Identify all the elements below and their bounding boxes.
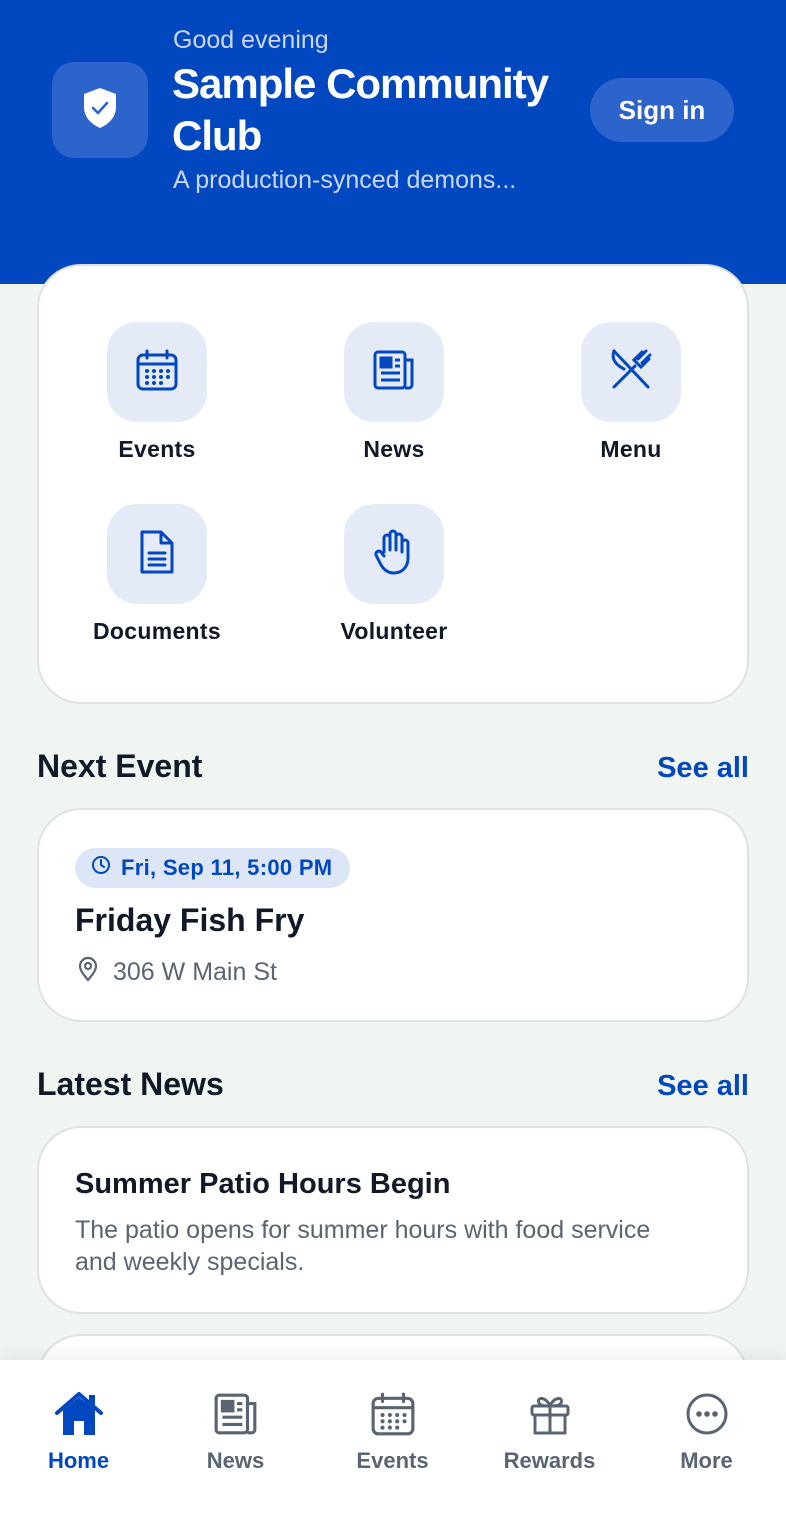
quick-action-label: Volunteer — [340, 618, 448, 644]
quick-action-tile[interactable] — [107, 504, 207, 604]
quick-action-events[interactable]: Events — [57, 322, 257, 463]
quick-action-label: Events — [118, 436, 196, 462]
hand-icon — [373, 528, 415, 581]
home-screen: Good evening Sample Community Club A pro… — [0, 0, 786, 1528]
app-header: Good evening Sample Community Club A pro… — [0, 0, 786, 284]
event-datetime-badge: Fri, Sep 11, 5:00 PM — [75, 848, 351, 888]
tab-events[interactable]: Events — [314, 1390, 471, 1474]
quick-action-tile[interactable] — [344, 504, 444, 604]
tab-label: Rewards — [503, 1448, 596, 1473]
quick-action-label: Documents — [93, 618, 221, 644]
tab-label: Home — [47, 1448, 110, 1473]
see-all-events-link[interactable]: See all — [657, 752, 749, 785]
document-icon — [137, 529, 177, 580]
calendar-icon — [370, 1391, 416, 1442]
club-name: Sample Community Club — [172, 60, 549, 159]
quick-action-volunteer[interactable]: Volunteer — [294, 504, 494, 645]
club-logo — [52, 62, 148, 158]
event-location-text: 306 W Main St — [113, 958, 277, 986]
see-all-news-link[interactable]: See all — [657, 1070, 749, 1103]
sign-in-button[interactable]: Sign in — [590, 78, 734, 142]
shield-check-icon — [80, 86, 120, 135]
newspaper-icon — [372, 348, 416, 397]
fork-knife-icon — [608, 347, 654, 398]
bottom-tab-bar: Home News Events Rewards More — [0, 1360, 786, 1528]
news-title: Summer Patio Hours Begin — [75, 1168, 451, 1200]
tab-home[interactable]: Home — [0, 1390, 157, 1474]
calendar-icon — [135, 348, 179, 397]
event-location: 306 W Main St — [77, 956, 277, 989]
tab-rewards[interactable]: Rewards — [471, 1390, 628, 1474]
tab-more[interactable]: More — [628, 1390, 785, 1474]
clock-icon — [91, 855, 111, 881]
quick-action-label: Menu — [600, 436, 662, 462]
quick-action-news[interactable]: News — [294, 322, 494, 463]
news-excerpt: The patio opens for summer hours with fo… — [75, 1216, 651, 1276]
quick-action-tile[interactable] — [344, 322, 444, 422]
tab-label: News — [206, 1448, 265, 1473]
tab-label: More — [680, 1448, 733, 1473]
news-card[interactable]: Summer Patio Hours Begin The patio opens… — [37, 1126, 749, 1314]
quick-action-menu[interactable]: Menu — [531, 322, 731, 463]
quick-action-tile[interactable] — [107, 322, 207, 422]
home-icon — [54, 1391, 104, 1442]
next-event-card[interactable]: Fri, Sep 11, 5:00 PM Friday Fish Fry 306… — [37, 808, 749, 1022]
event-title: Friday Fish Fry — [75, 902, 305, 938]
greeting-text: Good evening — [173, 26, 329, 54]
quick-action-tile[interactable] — [581, 322, 681, 422]
more-icon — [684, 1391, 730, 1442]
club-tagline: A production-synced demons... — [173, 166, 517, 194]
tab-news[interactable]: News — [157, 1390, 314, 1474]
tab-label: Events — [356, 1448, 429, 1473]
quick-action-documents[interactable]: Documents — [57, 504, 257, 645]
next-event-heading: Next Event — [37, 748, 203, 784]
gift-icon — [528, 1391, 572, 1442]
newspaper-icon — [213, 1391, 259, 1442]
quick-actions-card: Events News Menu Documents Volunteer — [37, 264, 749, 704]
latest-news-heading: Latest News — [37, 1066, 224, 1102]
event-datetime: Fri, Sep 11, 5:00 PM — [121, 855, 333, 880]
map-pin-icon — [77, 956, 99, 989]
quick-action-label: News — [363, 436, 425, 462]
